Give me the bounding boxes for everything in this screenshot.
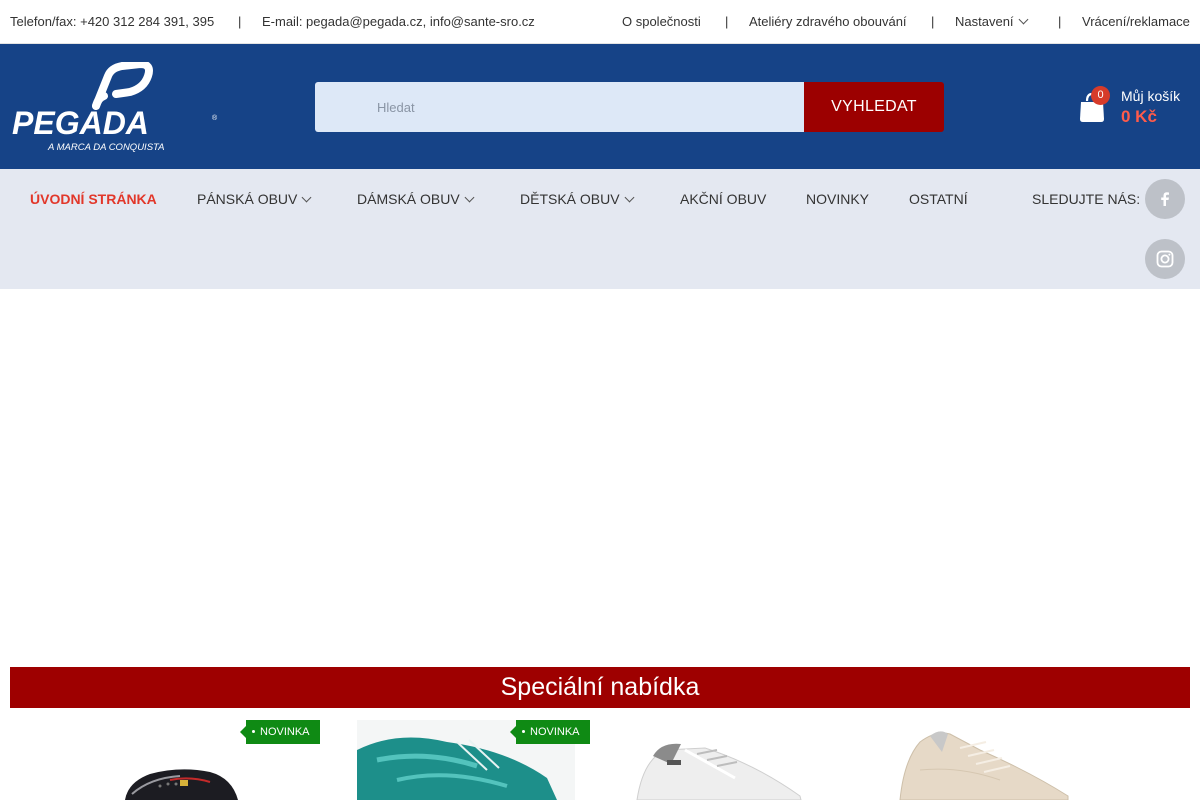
nav-item-other[interactable]: OSTATNÍ xyxy=(909,191,968,207)
pegada-logo[interactable]: PEGADA ® A MARCA DA CONQUISTA xyxy=(12,62,222,154)
top-bar: Telefon/fax: +420 312 284 391, 395 | E-m… xyxy=(0,0,1200,44)
returns-link[interactable]: Vrácení/reklamace xyxy=(1082,14,1190,29)
logo-tagline: A MARCA DA CONQUISTA xyxy=(47,142,164,153)
nav-item-men[interactable]: PÁNSKÁ OBUV xyxy=(197,191,312,207)
settings-label: Nastavení xyxy=(955,14,1014,29)
new-badge-label: NOVINKA xyxy=(260,726,310,738)
chevron-down-icon xyxy=(464,192,475,203)
special-offer-heading: Speciální nabídka xyxy=(10,667,1190,708)
chevron-down-icon xyxy=(624,192,635,203)
nav-item-label: DÁMSKÁ OBUV xyxy=(357,191,460,207)
about-link[interactable]: O společnosti xyxy=(622,14,701,29)
nav-item-label: DĚTSKÁ OBUV xyxy=(520,191,620,207)
chevron-down-icon xyxy=(1018,14,1028,25)
nav-item-label: PÁNSKÁ OBUV xyxy=(197,191,298,207)
separator: | xyxy=(1058,14,1062,29)
nav-item-sale[interactable]: AKČNÍ OBUV xyxy=(680,191,766,207)
nav-item-kids[interactable]: DĚTSKÁ OBUV xyxy=(520,191,635,207)
new-badge-label: NOVINKA xyxy=(530,726,580,738)
badge-dot xyxy=(252,730,255,733)
separator: | xyxy=(725,14,729,29)
logo-text: PEGADA xyxy=(12,105,149,141)
follow-us-label: SLEDUJTE NÁS: xyxy=(1032,191,1141,207)
facebook-icon xyxy=(1161,192,1169,206)
svg-text:®: ® xyxy=(212,114,218,122)
separator: | xyxy=(931,14,935,29)
instagram-button[interactable] xyxy=(1145,239,1185,279)
search-input[interactable] xyxy=(377,82,797,132)
product-image-beige-sneaker[interactable] xyxy=(890,720,1080,800)
cart-label[interactable]: Můj košík xyxy=(1121,88,1180,104)
settings-dropdown[interactable]: Nastavení xyxy=(955,14,1028,29)
hero-banner xyxy=(0,289,1200,659)
nav-item-home[interactable]: ÚVODNÍ STRÁNKA xyxy=(30,191,157,207)
facebook-button[interactable] xyxy=(1145,179,1185,219)
nav-item-women[interactable]: DÁMSKÁ OBUV xyxy=(357,191,475,207)
nav-item-new[interactable]: NOVINKY xyxy=(806,191,869,207)
product-image-white-sneaker[interactable] xyxy=(625,720,815,800)
main-nav: ÚVODNÍ STRÁNKA PÁNSKÁ OBUV DÁMSKÁ OBUV D… xyxy=(0,169,1200,289)
contact-phone: Telefon/fax: +420 312 284 391, 395 xyxy=(10,14,215,29)
instagram-icon xyxy=(1156,250,1174,268)
site-header: PEGADA ® A MARCA DA CONQUISTA VYHLEDAT 0… xyxy=(0,44,1200,169)
ateliers-link[interactable]: Ateliéry zdravého obouvání xyxy=(749,14,907,29)
search-button[interactable]: VYHLEDAT xyxy=(804,82,944,132)
new-badge: NOVINKA xyxy=(240,720,320,744)
chevron-down-icon xyxy=(301,192,312,203)
badge-dot xyxy=(522,730,525,733)
contact-email[interactable]: E-mail: pegada@pegada.cz, info@sante-sro… xyxy=(262,14,535,29)
new-badge: NOVINKA xyxy=(510,720,590,744)
separator: | xyxy=(238,14,242,29)
search-box xyxy=(315,82,804,132)
cart-total: 0 Kč xyxy=(1121,107,1157,126)
product-image-slipper[interactable] xyxy=(110,720,260,800)
cart-count-badge: 0 xyxy=(1091,86,1110,105)
